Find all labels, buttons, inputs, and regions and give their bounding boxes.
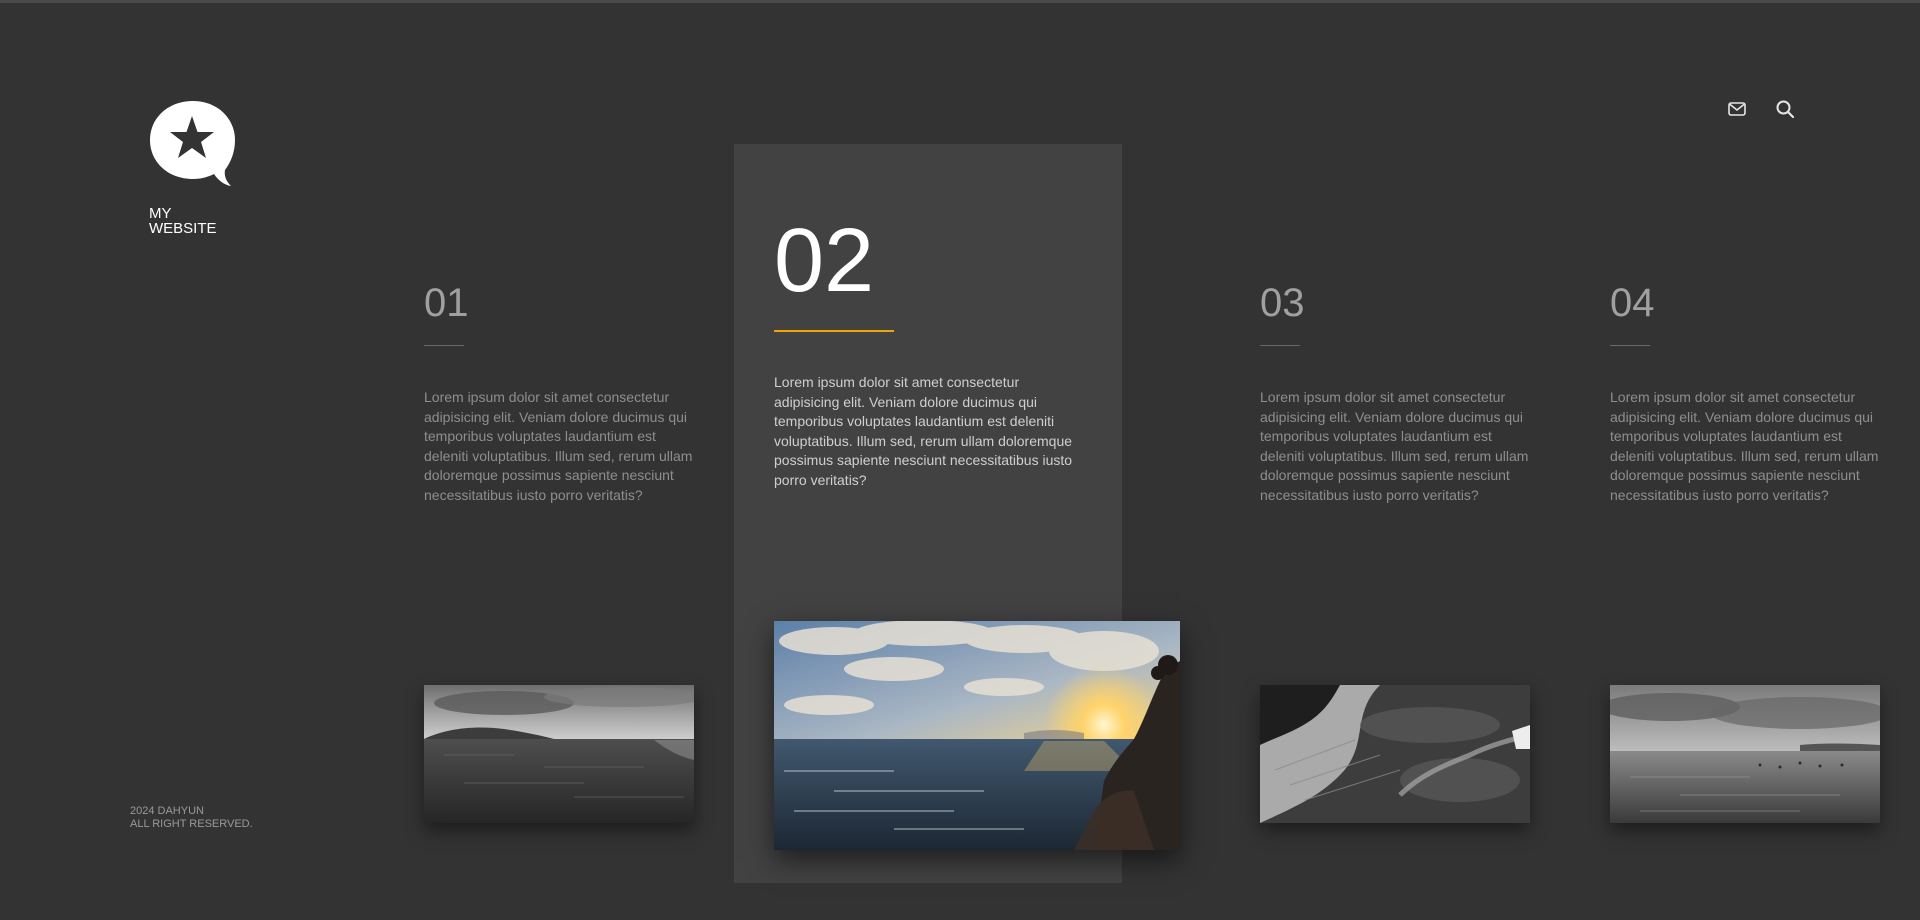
card-divider-accent bbox=[774, 330, 894, 332]
card-image bbox=[774, 621, 1180, 850]
card-04[interactable]: 04 Lorem ipsum dolor sit amet consectetu… bbox=[1610, 283, 1882, 506]
top-border bbox=[0, 0, 1920, 3]
site-name-line1: MY bbox=[149, 205, 172, 222]
search-icon bbox=[1776, 100, 1794, 118]
site-name-line2: WEBSITE bbox=[149, 220, 217, 237]
mail-icon bbox=[1728, 102, 1746, 116]
mail-button[interactable] bbox=[1726, 98, 1748, 120]
site-name[interactable]: MY WEBSITE bbox=[149, 206, 217, 236]
card-image bbox=[424, 685, 694, 823]
card-divider bbox=[1610, 345, 1650, 346]
card-01[interactable]: 01 Lorem ipsum dolor sit amet consectetu… bbox=[424, 283, 696, 506]
footer-line2: ALL RIGHT RESERVED. bbox=[130, 818, 253, 830]
card-text: Lorem ipsum dolor sit amet consectetur a… bbox=[424, 389, 693, 503]
card-02[interactable]: 02 Lorem ipsum dolor sit amet consectetu… bbox=[774, 216, 1074, 491]
card-text: Lorem ipsum dolor sit amet consectetur a… bbox=[1260, 389, 1529, 503]
footer-line1: 2024 DAHYUN bbox=[130, 805, 204, 817]
search-button[interactable] bbox=[1774, 98, 1796, 120]
card-image bbox=[1610, 685, 1880, 823]
card-03[interactable]: 03 Lorem ipsum dolor sit amet consectetu… bbox=[1260, 283, 1532, 506]
card-number: 02 bbox=[774, 211, 875, 311]
star-speech-bubble-icon bbox=[150, 101, 235, 186]
card-text: Lorem ipsum dolor sit amet consectetur a… bbox=[774, 374, 1073, 488]
card-number: 04 bbox=[1610, 281, 1655, 325]
logo[interactable] bbox=[149, 100, 239, 190]
footer-copyright: 2024 DAHYUN ALL RIGHT RESERVED. bbox=[130, 805, 253, 831]
card-number: 03 bbox=[1260, 281, 1305, 325]
card-number: 01 bbox=[424, 281, 469, 325]
card-text: Lorem ipsum dolor sit amet consectetur a… bbox=[1610, 389, 1879, 503]
card-divider bbox=[1260, 345, 1300, 346]
card-image bbox=[1260, 685, 1530, 823]
card-divider bbox=[424, 345, 464, 346]
